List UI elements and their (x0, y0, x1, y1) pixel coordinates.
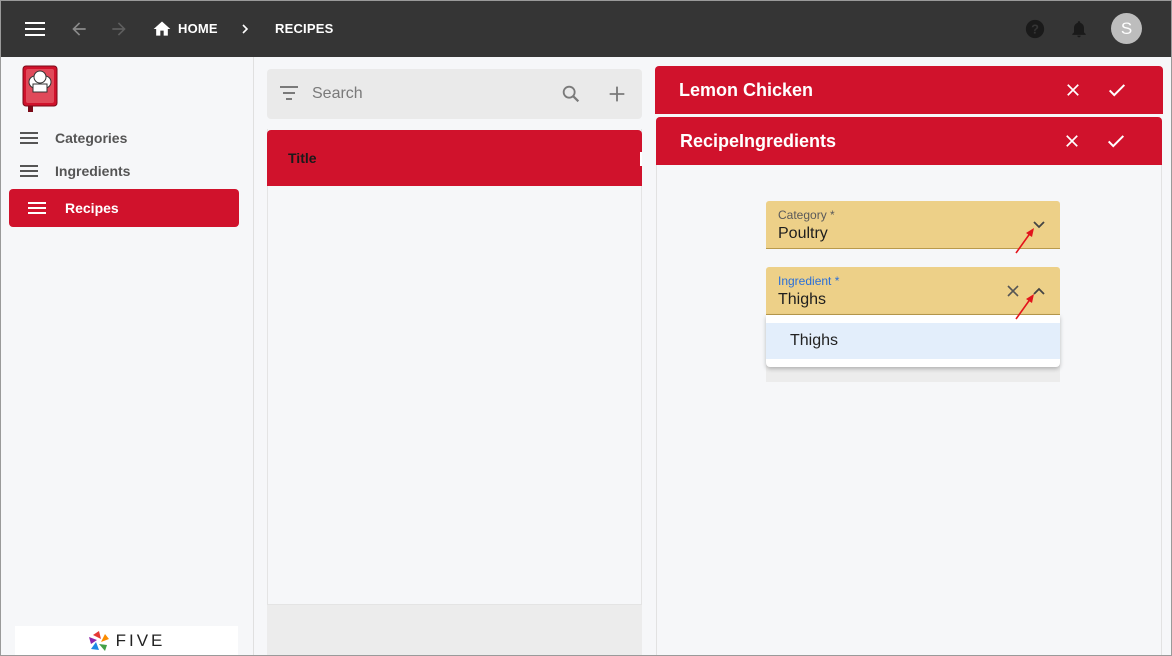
recipe-form-header: Lemon Chicken (655, 66, 1163, 114)
search-bar: Search (267, 69, 642, 119)
chevron-down-icon[interactable] (1029, 215, 1049, 235)
chevron-right-icon (233, 17, 257, 41)
avatar[interactable]: S (1111, 13, 1142, 44)
category-select[interactable]: Category * Poultry (766, 201, 1060, 249)
sidebar: Categories Ingredients Recipes FIVE (2, 57, 254, 655)
top-bar: HOME RECIPES ? S (1, 1, 1171, 57)
table-footer (267, 605, 642, 655)
close-icon[interactable] (1061, 78, 1085, 102)
five-logo-text: FIVE (115, 631, 166, 650)
sidebar-item-label: Categories (55, 130, 128, 146)
close-icon[interactable] (1060, 129, 1084, 153)
menu-lines-icon (20, 164, 38, 178)
check-icon[interactable] (1104, 129, 1128, 153)
ingredients-form-title: RecipeIngredients (680, 131, 837, 151)
recipe-form-title: Lemon Chicken (679, 80, 814, 100)
app-window: HOME RECIPES ? S Categories Ingredients … (0, 0, 1172, 656)
ingredient-select[interactable]: Ingredient * Thighs (766, 267, 1060, 315)
forward-arrow-icon[interactable] (107, 17, 131, 41)
breadcrumb-home[interactable]: HOME (178, 21, 218, 36)
breadcrumb-recipes[interactable]: RECIPES (275, 21, 333, 36)
category-label: Category * (778, 208, 835, 222)
menu-icon[interactable] (23, 17, 47, 41)
search-icon[interactable] (560, 83, 582, 105)
search-input[interactable]: Search (312, 85, 363, 103)
ingredient-value: Thighs (778, 291, 827, 308)
column-divider[interactable] (640, 152, 642, 166)
home-icon[interactable] (150, 17, 174, 41)
dropdown-option-label: Thighs (790, 332, 839, 349)
sidebar-item-label: Recipes (65, 200, 119, 216)
dropdown-option[interactable]: Thighs (766, 323, 1060, 359)
recipes-table (267, 129, 642, 605)
ingredients-form-header: RecipeIngredients (656, 117, 1162, 165)
filter-icon[interactable] (279, 84, 301, 104)
help-icon[interactable]: ? (1023, 17, 1047, 41)
clear-icon[interactable] (1003, 281, 1023, 301)
table-header: Title (267, 130, 642, 186)
ingredient-dropdown: Thighs (766, 315, 1060, 367)
five-logo: FIVE (15, 626, 238, 655)
sidebar-item-ingredients[interactable]: Ingredients (9, 152, 239, 190)
list-panel: Search Title (267, 69, 642, 655)
back-arrow-icon[interactable] (67, 17, 91, 41)
menu-lines-icon (20, 131, 38, 145)
check-icon[interactable] (1105, 78, 1129, 102)
category-value: Poultry (778, 225, 828, 242)
ingredient-label: Ingredient * (778, 274, 840, 288)
avatar-letter: S (1120, 18, 1133, 38)
sidebar-item-recipes[interactable]: Recipes (9, 189, 239, 227)
svg-text:?: ? (1031, 22, 1039, 37)
menu-lines-icon (28, 201, 46, 215)
app-logo (20, 64, 60, 112)
add-icon[interactable] (606, 83, 628, 105)
chevron-up-icon[interactable] (1029, 281, 1049, 301)
bell-icon[interactable] (1067, 17, 1091, 41)
five-star-icon (88, 631, 109, 651)
sidebar-item-label: Ingredients (55, 163, 131, 179)
column-header-title[interactable]: Title (288, 150, 317, 166)
